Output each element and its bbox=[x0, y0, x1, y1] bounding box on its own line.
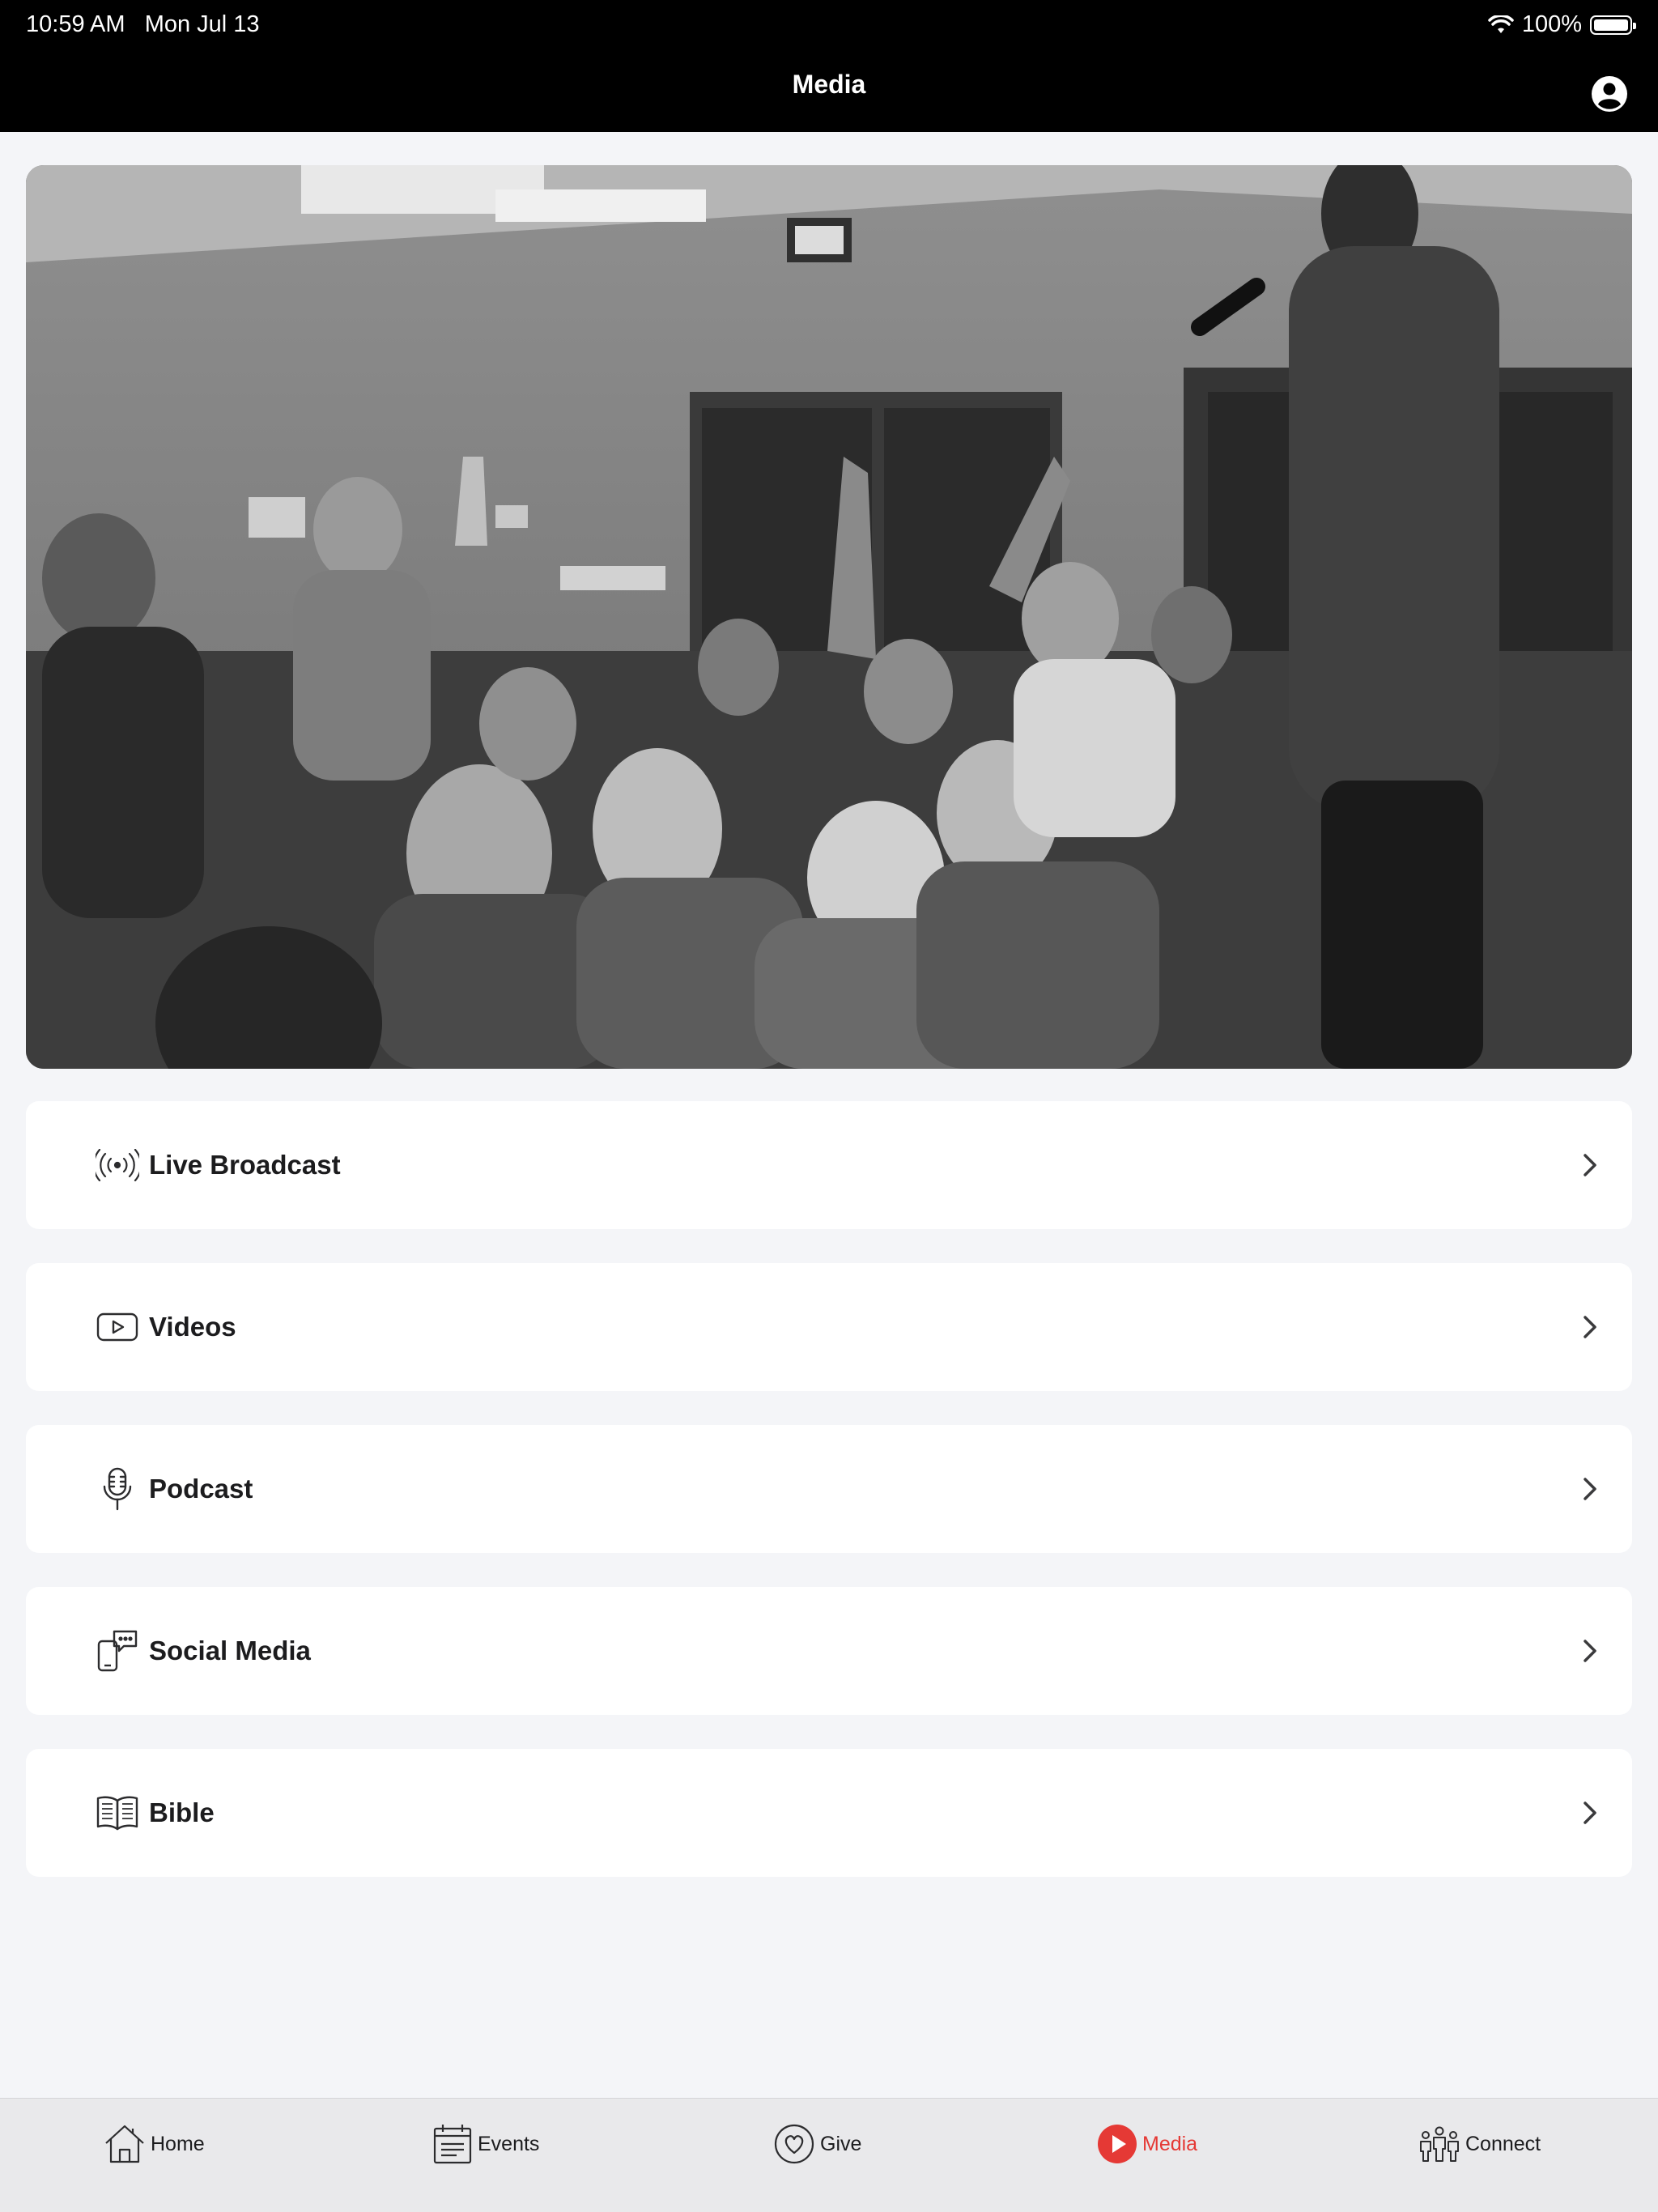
menu-item-label: Social Media bbox=[149, 1636, 311, 1665]
people-icon bbox=[1420, 2126, 1459, 2162]
chevron-right-icon bbox=[1584, 1316, 1596, 1338]
profile-icon[interactable] bbox=[1590, 74, 1629, 113]
tab-label: Give bbox=[820, 2132, 862, 2155]
menu-item-label: Podcast bbox=[149, 1474, 253, 1504]
menu-item-videos[interactable]: Videos bbox=[26, 1263, 1632, 1391]
chevron-right-icon bbox=[1584, 1478, 1596, 1500]
microphone-icon bbox=[89, 1461, 146, 1517]
chevron-right-icon bbox=[1584, 1154, 1596, 1176]
tab-connect[interactable]: Connect bbox=[1418, 2120, 1541, 2168]
menu-item-social-media[interactable]: Social Media bbox=[26, 1587, 1632, 1715]
video-play-icon bbox=[89, 1299, 146, 1355]
battery-icon bbox=[1590, 15, 1636, 35]
wifi-icon bbox=[1488, 15, 1514, 33]
tab-bar: Home Events Give Media Connect bbox=[0, 2098, 1658, 2212]
calendar-icon bbox=[433, 2125, 472, 2164]
play-circle-icon bbox=[1098, 2125, 1137, 2163]
page-title: Media bbox=[792, 70, 866, 99]
tab-label: Events bbox=[478, 2132, 540, 2155]
hero-image bbox=[26, 165, 1632, 1069]
chevron-right-icon bbox=[1584, 1640, 1596, 1662]
menu-item-live-broadcast[interactable]: Live Broadcast bbox=[26, 1101, 1632, 1229]
battery-percent: 100% bbox=[1521, 11, 1582, 37]
open-book-icon bbox=[89, 1784, 146, 1841]
status-time: 10:59 AM bbox=[26, 11, 125, 37]
menu-item-bible[interactable]: Bible bbox=[26, 1749, 1632, 1877]
home-icon bbox=[105, 2125, 144, 2163]
tab-label: Connect bbox=[1465, 2132, 1541, 2155]
status-bar-time: 10:59 AM Mon Jul 13 bbox=[26, 11, 260, 38]
heart-circle-icon bbox=[774, 2124, 814, 2164]
battery-level bbox=[1594, 19, 1628, 31]
menu-item-podcast[interactable]: Podcast bbox=[26, 1425, 1632, 1553]
phone-chat-icon bbox=[89, 1623, 146, 1679]
tab-media[interactable]: Media bbox=[1097, 2120, 1197, 2168]
chevron-right-icon bbox=[1584, 1802, 1596, 1824]
menu-item-label: Bible bbox=[149, 1797, 215, 1827]
tab-label: Media bbox=[1142, 2132, 1198, 2155]
tab-label: Home bbox=[151, 2132, 205, 2155]
menu-item-label: Videos bbox=[149, 1312, 236, 1342]
broadcast-icon bbox=[89, 1137, 146, 1193]
status-bar-right: 100% bbox=[1488, 11, 1636, 38]
top-bar: 10:59 AM Mon Jul 13 100% Media bbox=[0, 0, 1658, 132]
menu-item-label: Live Broadcast bbox=[149, 1150, 341, 1180]
status-date: Mon Jul 13 bbox=[144, 11, 260, 37]
tab-give[interactable]: Give bbox=[773, 2120, 861, 2168]
tab-events[interactable]: Events bbox=[432, 2120, 539, 2168]
tab-home[interactable]: Home bbox=[104, 2120, 205, 2168]
